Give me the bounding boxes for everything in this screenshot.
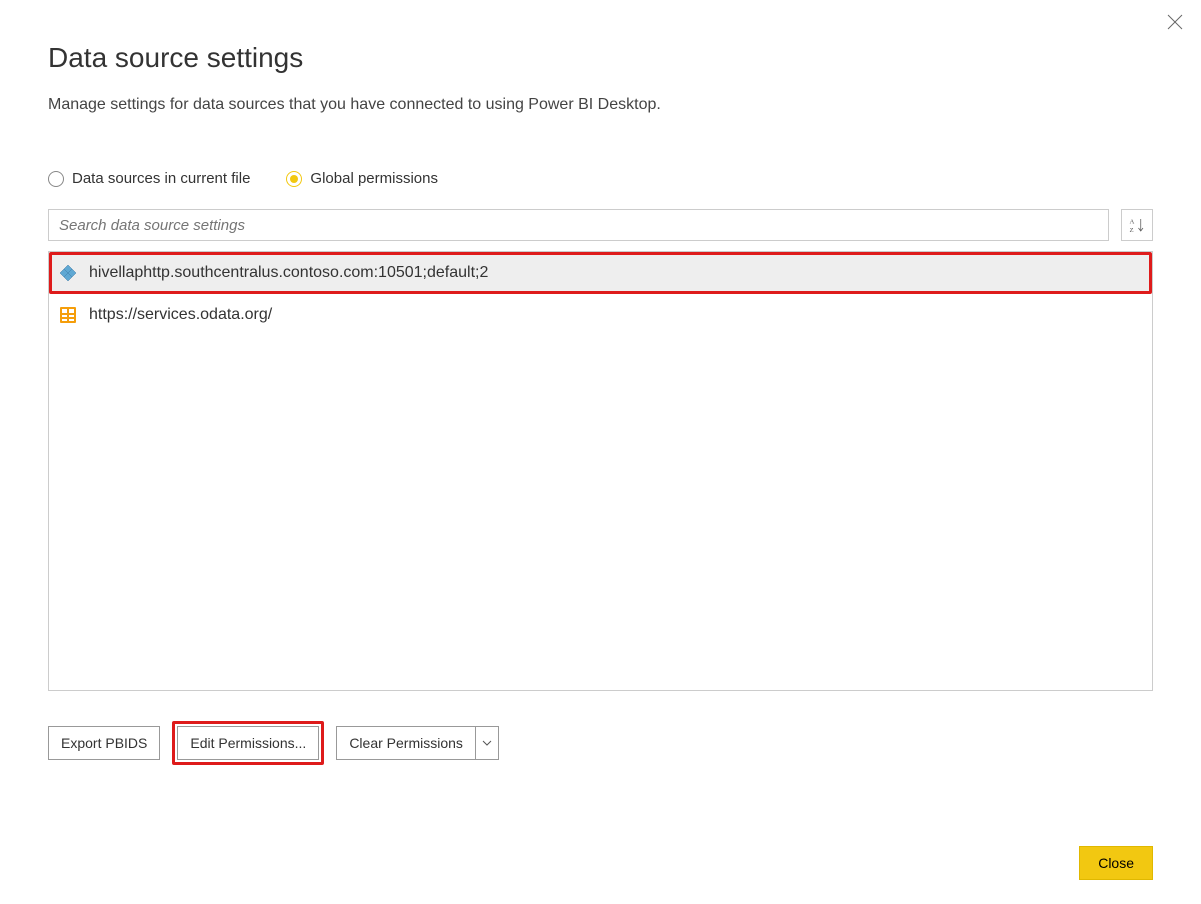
radio-global-permissions[interactable]: Global permissions	[286, 170, 438, 187]
radio-current-file[interactable]: Data sources in current file	[48, 170, 250, 187]
odata-icon	[59, 306, 77, 324]
search-row: A Z	[48, 209, 1153, 241]
svg-text:A: A	[1130, 219, 1135, 226]
close-button[interactable]: Close	[1079, 846, 1153, 880]
search-input[interactable]	[48, 209, 1109, 241]
data-source-label: https://services.odata.org/	[89, 306, 272, 324]
action-button-row: Export PBIDS Edit Permissions... Clear P…	[48, 721, 1153, 765]
dialog-title: Data source settings	[48, 42, 1153, 74]
radio-label: Data sources in current file	[72, 170, 250, 187]
data-source-row[interactable]: hivellaphttp.southcentralus.contoso.com:…	[49, 252, 1152, 294]
sort-button[interactable]: A Z	[1121, 209, 1153, 241]
radio-icon	[48, 171, 64, 187]
clear-permissions-button[interactable]: Clear Permissions	[336, 726, 475, 760]
clear-permissions-split-button: Clear Permissions	[336, 726, 499, 760]
radio-icon	[286, 171, 302, 187]
radio-label: Global permissions	[310, 170, 438, 187]
clear-permissions-dropdown[interactable]	[475, 726, 499, 760]
edit-permissions-highlight: Edit Permissions...	[172, 721, 324, 765]
dialog-subtitle: Manage settings for data sources that yo…	[48, 96, 1153, 114]
edit-permissions-button[interactable]: Edit Permissions...	[177, 726, 319, 760]
close-icon[interactable]	[1167, 14, 1183, 30]
hive-icon	[59, 264, 77, 282]
scope-radio-group: Data sources in current file Global perm…	[48, 170, 1153, 187]
data-source-list[interactable]: hivellaphttp.southcentralus.contoso.com:…	[48, 251, 1153, 691]
svg-text:Z: Z	[1130, 227, 1134, 234]
export-pbids-button[interactable]: Export PBIDS	[48, 726, 160, 760]
dialog-footer: Close	[1079, 846, 1153, 880]
data-source-row[interactable]: https://services.odata.org/	[49, 294, 1152, 336]
data-source-label: hivellaphttp.southcentralus.contoso.com:…	[89, 264, 488, 282]
